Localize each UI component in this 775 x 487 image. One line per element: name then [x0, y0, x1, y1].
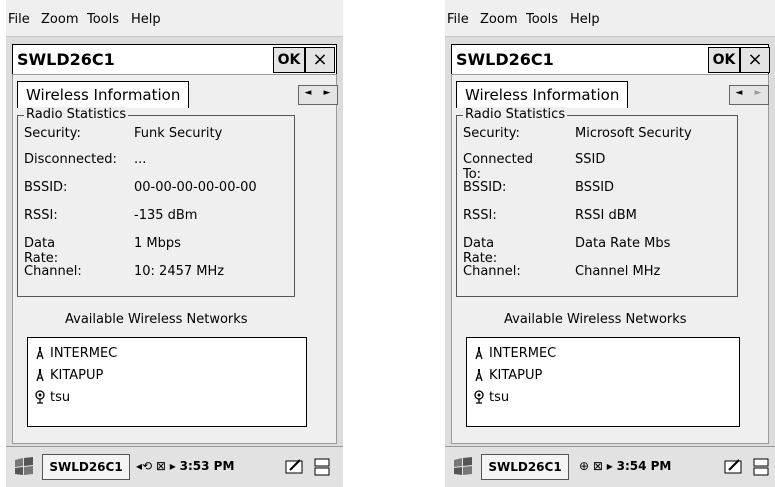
stat-value: 00-00-00-00-00-00	[134, 180, 257, 195]
window-title: SWLD26C1	[17, 50, 115, 69]
device-screen-left: File Zoom Tools Help SWLD26C1 OK × Wirel…	[6, 0, 343, 487]
input-panel-icon[interactable]	[723, 457, 745, 477]
taskbar: SWLD26C1 ⊕ ⊠ ▸ 3:54 PM	[445, 446, 775, 487]
network-name: tsu	[50, 390, 71, 405]
menu-file[interactable]: File	[447, 12, 469, 27]
sync-icon: ◂⟲ ⊠	[136, 459, 170, 473]
arrow-right-icon[interactable]: ►	[749, 88, 767, 98]
start-icon[interactable]	[12, 456, 36, 478]
ok-button[interactable]: OK	[708, 47, 740, 73]
taskbar-app-button[interactable]: SWLD26C1	[481, 454, 569, 480]
stat-value: Data Rate Mbs	[575, 236, 671, 251]
stat-label: RSSI:	[463, 208, 497, 223]
stat-value: Funk Security	[134, 126, 223, 141]
globe-icon: ⊕ ⊠	[579, 459, 607, 473]
tab-scroll-arrows[interactable]: ◄ ►	[298, 85, 338, 105]
menu-help[interactable]: Help	[131, 12, 161, 27]
tab-panel: Wireless Information ◄ ► Radio Statistic…	[451, 74, 769, 444]
window-title-bar: SWLD26C1 OK ×	[451, 44, 770, 76]
menu-tools[interactable]: Tools	[87, 12, 119, 27]
start-icon[interactable]	[451, 456, 475, 478]
menu-help[interactable]: Help	[570, 12, 600, 27]
networks-list[interactable]: INTERMEC KITAPUP tsu	[27, 337, 307, 427]
network-name: INTERMEC	[50, 346, 118, 361]
antenna-icon	[475, 347, 483, 360]
stat-label: Channel:	[24, 264, 82, 279]
stat-value: Channel MHz	[575, 264, 661, 279]
system-tray: ⊕ ⊠ ▸ 3:54 PM	[579, 459, 671, 473]
network-name: KITAPUP	[489, 368, 543, 383]
menu-zoom[interactable]: Zoom	[480, 12, 517, 27]
close-button[interactable]: ×	[740, 47, 770, 73]
network-name: KITAPUP	[50, 368, 104, 383]
radio-statistics-group: Radio Statistics Security: Funk Security…	[17, 107, 295, 297]
stat-value: -135 dBm	[134, 208, 198, 223]
stat-value: 10: 2457 MHz	[134, 264, 225, 279]
group-title: Radio Statistics	[24, 107, 129, 122]
stat-label: Data Rate:	[463, 236, 498, 266]
menu-zoom[interactable]: Zoom	[41, 12, 78, 27]
stat-label: Security:	[463, 126, 520, 141]
close-button[interactable]: ×	[305, 47, 335, 73]
stat-value: ...	[134, 152, 147, 167]
menu-bar: File Zoom Tools Help	[445, 0, 775, 37]
stat-value: BSSID	[575, 180, 615, 195]
adhoc-network-icon	[35, 390, 45, 404]
tab-scroll-arrows[interactable]: ◄ ►	[729, 85, 769, 105]
antenna-icon	[36, 369, 44, 382]
stat-label: Channel:	[463, 264, 521, 279]
arrow-left-icon[interactable]: ◄	[730, 88, 748, 98]
device-screen-right: File Zoom Tools Help SWLD26C1 OK × Wirel…	[445, 0, 775, 487]
window-title: SWLD26C1	[456, 50, 554, 69]
arrow-left-icon[interactable]: ◄	[299, 88, 317, 98]
window-title-bar: SWLD26C1 OK ×	[12, 44, 337, 76]
stat-value: SSID	[575, 152, 606, 167]
stat-label: Connected To:	[463, 152, 534, 182]
networks-title: Available Wireless Networks	[65, 312, 248, 327]
stat-value: RSSI dBM	[575, 208, 637, 223]
network-name: tsu	[489, 390, 510, 405]
stat-label: Security:	[24, 126, 81, 141]
desktop-icon[interactable]	[751, 457, 773, 477]
stat-label: BSSID:	[24, 180, 68, 195]
tab-wireless-information[interactable]: Wireless Information	[456, 81, 629, 108]
stat-label: RSSI:	[24, 208, 58, 223]
tray-arrow-icon: ▸	[169, 459, 176, 473]
menu-bar: File Zoom Tools Help	[6, 0, 343, 37]
menu-file[interactable]: File	[8, 12, 30, 27]
radio-statistics-group: Radio Statistics Security: Microsoft Sec…	[456, 107, 738, 297]
taskbar: SWLD26C1 ◂⟲ ⊠ ▸ 3:53 PM	[6, 446, 343, 487]
group-title: Radio Statistics	[463, 107, 568, 122]
network-name: INTERMEC	[489, 346, 557, 361]
networks-list[interactable]: INTERMEC KITAPUP tsu	[466, 337, 740, 427]
stat-label: Data Rate:	[24, 236, 59, 266]
ok-button[interactable]: OK	[273, 47, 305, 73]
stat-value: Microsoft Security	[575, 126, 692, 141]
stat-label: Disconnected:	[24, 152, 117, 167]
tab-wireless-information[interactable]: Wireless Information	[17, 81, 190, 108]
stat-label: BSSID:	[463, 180, 507, 195]
taskbar-app-button[interactable]: SWLD26C1	[42, 454, 130, 480]
stat-value: 1 Mbps	[134, 236, 181, 251]
antenna-icon	[475, 369, 483, 382]
tray-arrow-icon: ▸	[606, 459, 613, 473]
tab-panel: Wireless Information ◄ ► Radio Statistic…	[12, 74, 338, 444]
networks-title: Available Wireless Networks	[504, 312, 687, 327]
antenna-icon	[36, 347, 44, 360]
desktop-icon[interactable]	[312, 457, 334, 477]
menu-tools[interactable]: Tools	[526, 12, 558, 27]
clock: 3:54 PM	[616, 459, 672, 473]
clock: 3:53 PM	[179, 459, 235, 473]
input-panel-icon[interactable]	[284, 457, 306, 477]
arrow-right-icon[interactable]: ►	[318, 88, 336, 98]
adhoc-network-icon	[474, 390, 484, 404]
system-tray: ◂⟲ ⊠ ▸ 3:53 PM	[136, 459, 234, 473]
